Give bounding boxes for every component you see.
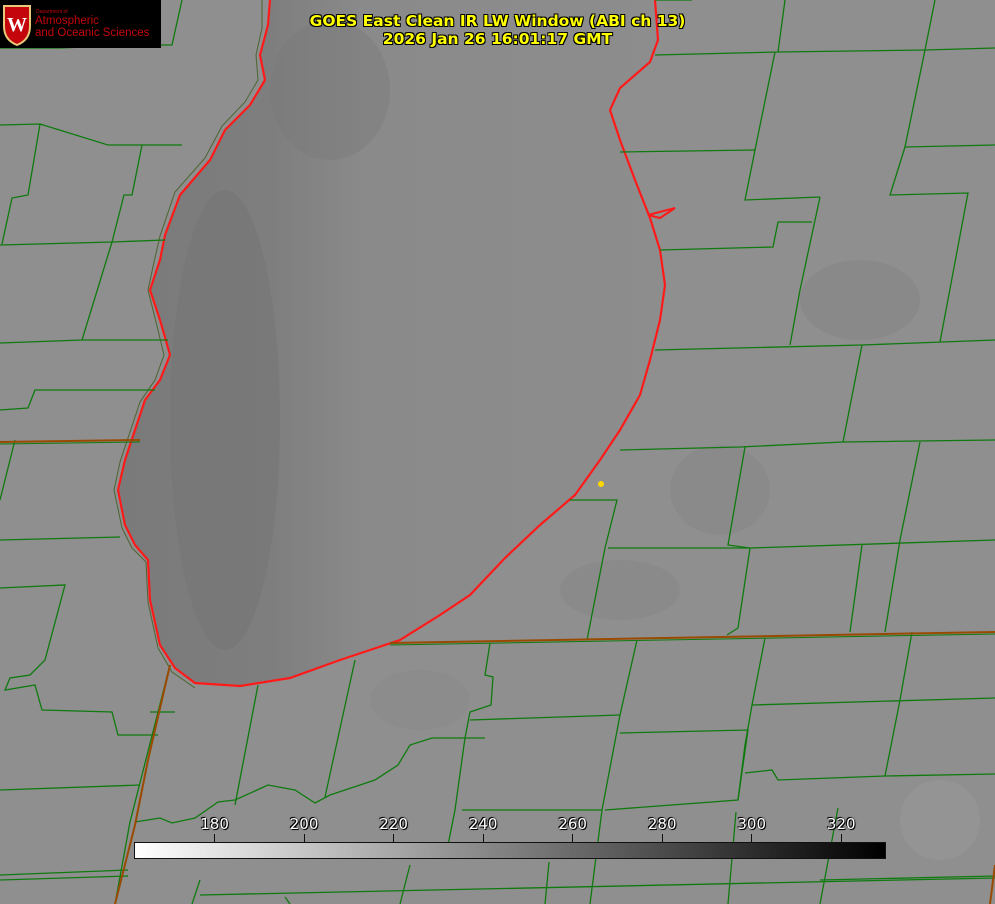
university-logo: W Department of Atmospheric and Oceanic … (0, 0, 161, 48)
colorbar-tick-label: 220 (379, 815, 408, 833)
city-marker-icon (598, 481, 604, 487)
satellite-map (0, 0, 995, 904)
colorbar-tick-mark (751, 834, 753, 842)
logo-line-2: and Oceanic Sciences (35, 27, 150, 39)
colorbar-tick-label: 280 (647, 815, 677, 833)
university-crest-icon: W (3, 5, 31, 46)
colorbar-tick-mark (214, 834, 216, 842)
crest-letter: W (7, 14, 27, 36)
colorbar-tick-label: 180 (200, 815, 229, 833)
colorbar-tick-label: 320 (826, 815, 856, 833)
colorbar-tick-label: 300 (737, 815, 767, 833)
colorbar-tick-label: 240 (468, 815, 498, 833)
lake-shade-west (170, 190, 280, 650)
colorbar-tick-mark (482, 834, 484, 842)
colorbar-tick-label: 200 (289, 815, 319, 833)
colorbar-tick-mark (661, 834, 663, 842)
colorbar-tick-mark (572, 834, 574, 842)
colorbar-tick-mark (840, 834, 842, 842)
image-timestamp: 2026 Jan 26 16:01:17 GMT (382, 30, 613, 48)
image-title: GOES East Clean IR LW Window (ABI ch 13) (309, 12, 686, 30)
colorbar-tick-label: 260 (558, 815, 587, 833)
colorbar (134, 842, 886, 859)
logo-line-1: Atmospheric (35, 15, 99, 27)
colorbar-tick-mark (303, 834, 305, 842)
colorbar-tick-mark (393, 834, 395, 842)
